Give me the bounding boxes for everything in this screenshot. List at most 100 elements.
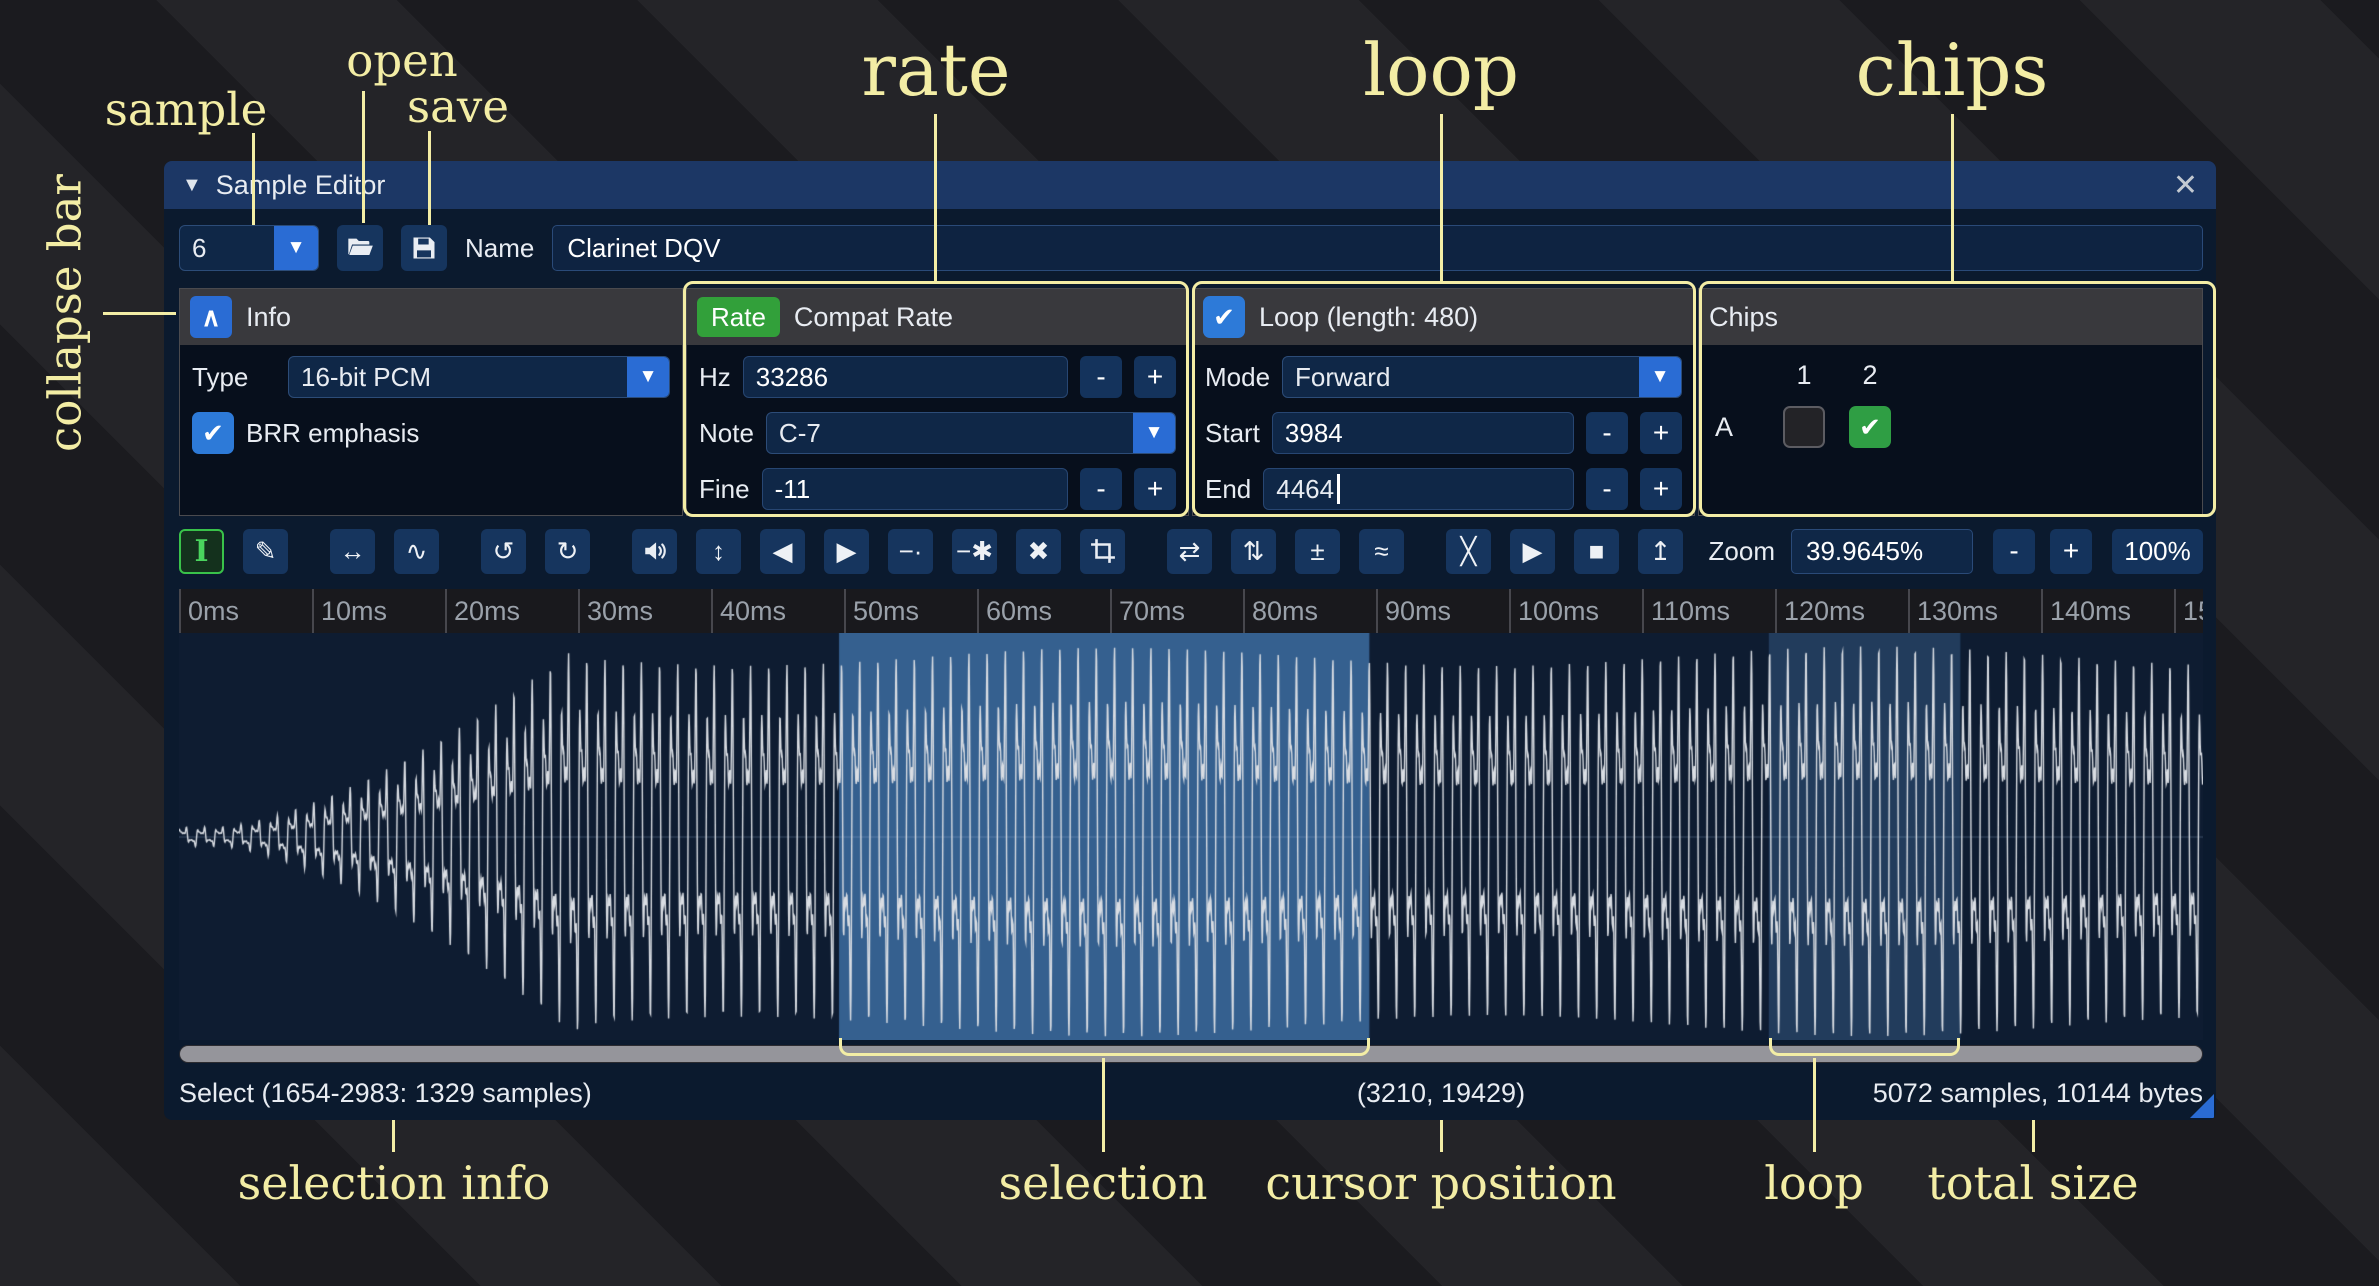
fade-out-button[interactable]: ▶ [824,529,869,574]
sign-button[interactable]: ± [1295,529,1340,574]
amplify-button[interactable] [632,529,677,574]
timeline-label: 0ms [179,589,239,633]
annotation-selection-bracket [839,1038,1370,1056]
dropdown-arrow-icon[interactable]: ▼ [627,357,669,397]
draw-button[interactable]: ✎ [243,529,288,574]
annotation-rate-line [934,114,937,281]
annotation-cursor-line [1440,1120,1443,1152]
annotation-selection-line [1102,1058,1105,1152]
resample-button[interactable]: ∿ [394,529,439,574]
status-bar: Select (1654-2983: 1329 samples) (3210, … [179,1071,2203,1115]
annotation-chips-line [1951,114,1954,281]
cursor-position-text: (3210, 19429) [1357,1071,1525,1115]
sample-number-value: 6 [180,226,274,270]
apply-silence-button[interactable]: −✱ [952,529,997,574]
crossfade-button[interactable]: ╳ [1446,529,1491,574]
undo-button[interactable]: ↺ [481,529,526,574]
timeline-ruler: 0ms 10ms 20ms 30ms 40ms 50ms 60ms 70ms 80ms 90ms 1… [179,589,2203,633]
name-input[interactable] [552,225,2203,271]
timeline-label: 50ms [844,589,919,633]
annotation-loop-bracket [1769,1038,1960,1056]
annotation-loop-box [1192,281,1696,517]
save-button[interactable] [401,225,447,271]
annotation-save-line [428,131,431,225]
edit-mode-button[interactable]: I [179,529,224,574]
timeline-label: 120ms [1775,589,1865,633]
annotation-loop-bottom-line [1813,1058,1816,1152]
upload-button[interactable]: ↥ [1638,529,1683,574]
annotation-selection-info-line [392,1120,395,1152]
normalize-button[interactable]: ↕ [696,529,741,574]
zoom-label: Zoom [1709,536,1775,567]
annotation-chips-box [1699,281,2216,517]
annotation-rate-box [683,281,1189,517]
annotation-selection-info-label: selection info [238,1156,551,1210]
annotation-cursor-position-label: cursor position [1265,1156,1616,1210]
resize-button[interactable]: ↔ [330,529,375,574]
selection-info-text: Select (1654-2983: 1329 samples) [179,1071,592,1115]
screenshot-root: ▼ Sample Editor ✕ 6 ▼ Name ∧ Info [0,0,2379,1286]
annotation-loop-label: loop [1363,28,1519,112]
brr-emphasis-checkbox[interactable]: ✔ [192,412,234,454]
brr-emphasis-label: BRR emphasis [246,418,419,449]
timeline-label: 100ms [1509,589,1599,633]
annotation-sample-label: sample [105,83,267,136]
timeline-label: 80ms [1243,589,1318,633]
timeline-label: 140ms [2041,589,2131,633]
redo-button[interactable]: ↻ [545,529,590,574]
dropdown-arrow-icon[interactable]: ▼ [274,226,318,270]
zoom-group: Zoom - + 100% [1709,529,2203,574]
zoom-input[interactable] [1791,529,1973,574]
invert-button[interactable]: ⇅ [1231,529,1276,574]
timeline-label: 10ms [312,589,387,633]
window-collapse-icon[interactable]: ▼ [182,174,202,197]
timeline-label: 20ms [445,589,520,633]
annotation-collapse-line [103,312,176,315]
resize-grip[interactable] [2190,1094,2214,1118]
trim-button[interactable] [1080,529,1125,574]
floppy-icon [410,234,438,262]
collapse-chevron-icon[interactable]: ∧ [190,296,232,338]
timeline-label: 90ms [1376,589,1451,633]
annotation-loop-line [1440,114,1443,281]
fade-in-button[interactable]: ◀ [760,529,805,574]
sample-row: 6 ▼ Name [179,225,2203,271]
type-dropdown[interactable]: 16-bit PCM ▼ [288,356,670,398]
zoom-out-button[interactable]: - [1993,529,2035,574]
annotation-total-size-label: total size [1927,1156,2138,1210]
annotation-total-size-line [2032,1120,2035,1152]
stop-preview-button[interactable]: ■ [1574,529,1619,574]
reverse-button[interactable]: ⇄ [1167,529,1212,574]
timeline-label: 70ms [1110,589,1185,633]
toolbar: I ✎ ↔ ∿ ↺ ↻ ↕ ◀ ▶ −· −✱ ✖ ⇄ ⇅ ± ≈ ╳ ▶ ■ ↥ Zoom - + 100% [179,528,2203,574]
timeline-label: 40ms [711,589,786,633]
delete-button[interactable]: ✖ [1016,529,1061,574]
annotation-collapse-bar-label: collapse bar [39,174,92,452]
titlebar: ▼ Sample Editor ✕ [164,161,2216,209]
info-panel-title: Info [246,302,291,333]
type-label: Type [192,362,276,393]
annotation-loop-bottom-label: loop [1764,1156,1864,1210]
timeline-label: 30ms [578,589,653,633]
timeline-label: 130ms [1908,589,1998,633]
type-value: 16-bit PCM [289,357,627,397]
zoom-in-button[interactable]: + [2050,529,2092,574]
close-icon[interactable]: ✕ [2173,168,2198,203]
info-panel: ∧ Info Type 16-bit PCM ▼ ✔ BRR emphasis [179,288,683,516]
timeline-label: 60ms [977,589,1052,633]
annotation-chips-label: chips [1856,28,2049,112]
waveform-canvas[interactable] [179,633,2203,1040]
annotation-rate-label: rate [862,28,1011,112]
folder-open-icon [346,234,374,262]
zoom-reset-button[interactable]: 100% [2112,529,2203,574]
name-label: Name [465,233,534,264]
timeline-label: 150 [2174,589,2203,633]
insert-silence-button[interactable]: −· [888,529,933,574]
annotation-open-line [362,91,365,223]
filter-button[interactable]: ≈ [1359,529,1404,574]
window-title: Sample Editor [216,170,386,201]
info-panel-header: ∧ Info [180,289,682,345]
open-button[interactable] [337,225,383,271]
sample-number-dropdown[interactable]: 6 ▼ [179,225,319,271]
preview-button[interactable]: ▶ [1510,529,1555,574]
